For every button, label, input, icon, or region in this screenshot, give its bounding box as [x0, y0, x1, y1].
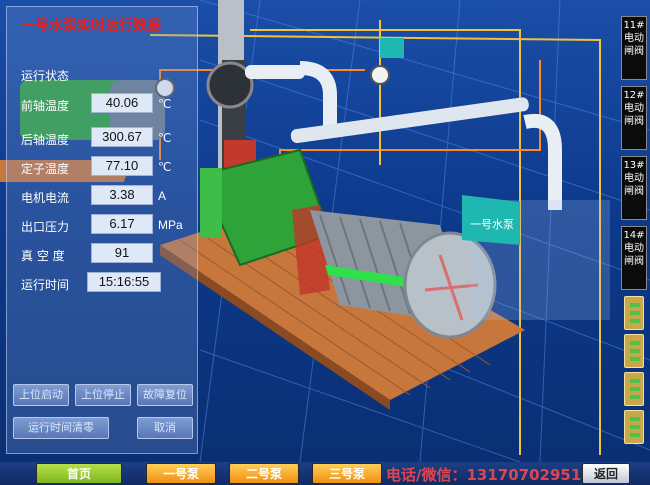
value-front-bearing-temp: 40.06: [91, 93, 153, 113]
cancel-button[interactable]: 取消: [137, 417, 193, 439]
unit-motor-current: A: [158, 189, 167, 203]
contact-watermark: 电话/微信：13170702951: [386, 466, 582, 484]
panel-title: 一号水泵实时运行数据: [21, 18, 161, 34]
side-indicator-3[interactable]: [624, 372, 644, 406]
remote-start-button[interactable]: 上位启动: [13, 384, 69, 406]
side-indicator-1[interactable]: [624, 296, 644, 330]
value-vacuum: 91: [91, 243, 153, 263]
row-label-vacuum: 真 空 度: [21, 249, 65, 263]
side-indicator-4[interactable]: [624, 410, 644, 444]
nav-pump3-button[interactable]: 三号泵: [312, 463, 382, 484]
pump-sign-board: 一号水泵: [462, 195, 520, 245]
clear-runtime-button[interactable]: 运行时间清零: [13, 417, 109, 439]
pump-sign-text: 一号水泵: [470, 218, 514, 231]
value-motor-current: 3.38: [91, 185, 153, 205]
pump-scene-viewport: 一号水泵 一号水泵实时运行数据 运行状态 前轴温度 40.06 ℃ 后轴温度 3…: [0, 0, 650, 462]
main-vertical-pipe: [206, 0, 256, 180]
side-indicator-2[interactable]: [624, 334, 644, 368]
nav-pump2-button[interactable]: 二号泵: [229, 463, 299, 484]
row-label-front-bearing-temp: 前轴温度: [21, 99, 70, 113]
row-label-stator-temp: 定子温度: [21, 162, 70, 176]
valve-14-button[interactable]: 14#电动闸阀: [621, 226, 647, 290]
nav-home-button[interactable]: 首页: [36, 463, 122, 484]
remote-stop-button[interactable]: 上位停止: [75, 384, 131, 406]
unit-outlet-pressure: MPa: [158, 218, 183, 232]
valve-12-button[interactable]: 12#电动闸阀: [621, 86, 647, 150]
nav-back-button[interactable]: 返回: [582, 463, 630, 484]
valve-11-button[interactable]: 11#电动闸阀: [621, 16, 647, 80]
status-label: 运行状态: [21, 69, 70, 83]
row-label-motor-current: 电机电流: [21, 191, 70, 205]
value-outlet-pressure: 6.17: [91, 214, 153, 234]
value-rear-bearing-temp: 300.67: [91, 127, 153, 147]
row-label-runtime: 运行时间: [21, 278, 70, 292]
fault-reset-button[interactable]: 故障复位: [137, 384, 193, 406]
row-label-rear-bearing-temp: 后轴温度: [21, 133, 70, 147]
valve-13-button[interactable]: 13#电动闸阀: [621, 156, 647, 220]
row-label-outlet-pressure: 出口压力: [21, 220, 70, 234]
unit-rear-bearing-temp: ℃: [158, 131, 172, 145]
unit-front-bearing-temp: ℃: [158, 97, 172, 111]
unit-stator-temp: ℃: [158, 160, 172, 174]
nav-pump1-button[interactable]: 一号泵: [146, 463, 216, 484]
upper-sign-board: [380, 38, 404, 58]
value-stator-temp: 77.10: [91, 156, 153, 176]
value-runtime: 15:16:55: [87, 272, 161, 292]
pump-data-panel: 一号水泵实时运行数据 运行状态 前轴温度 40.06 ℃ 后轴温度 300.67…: [6, 6, 198, 454]
